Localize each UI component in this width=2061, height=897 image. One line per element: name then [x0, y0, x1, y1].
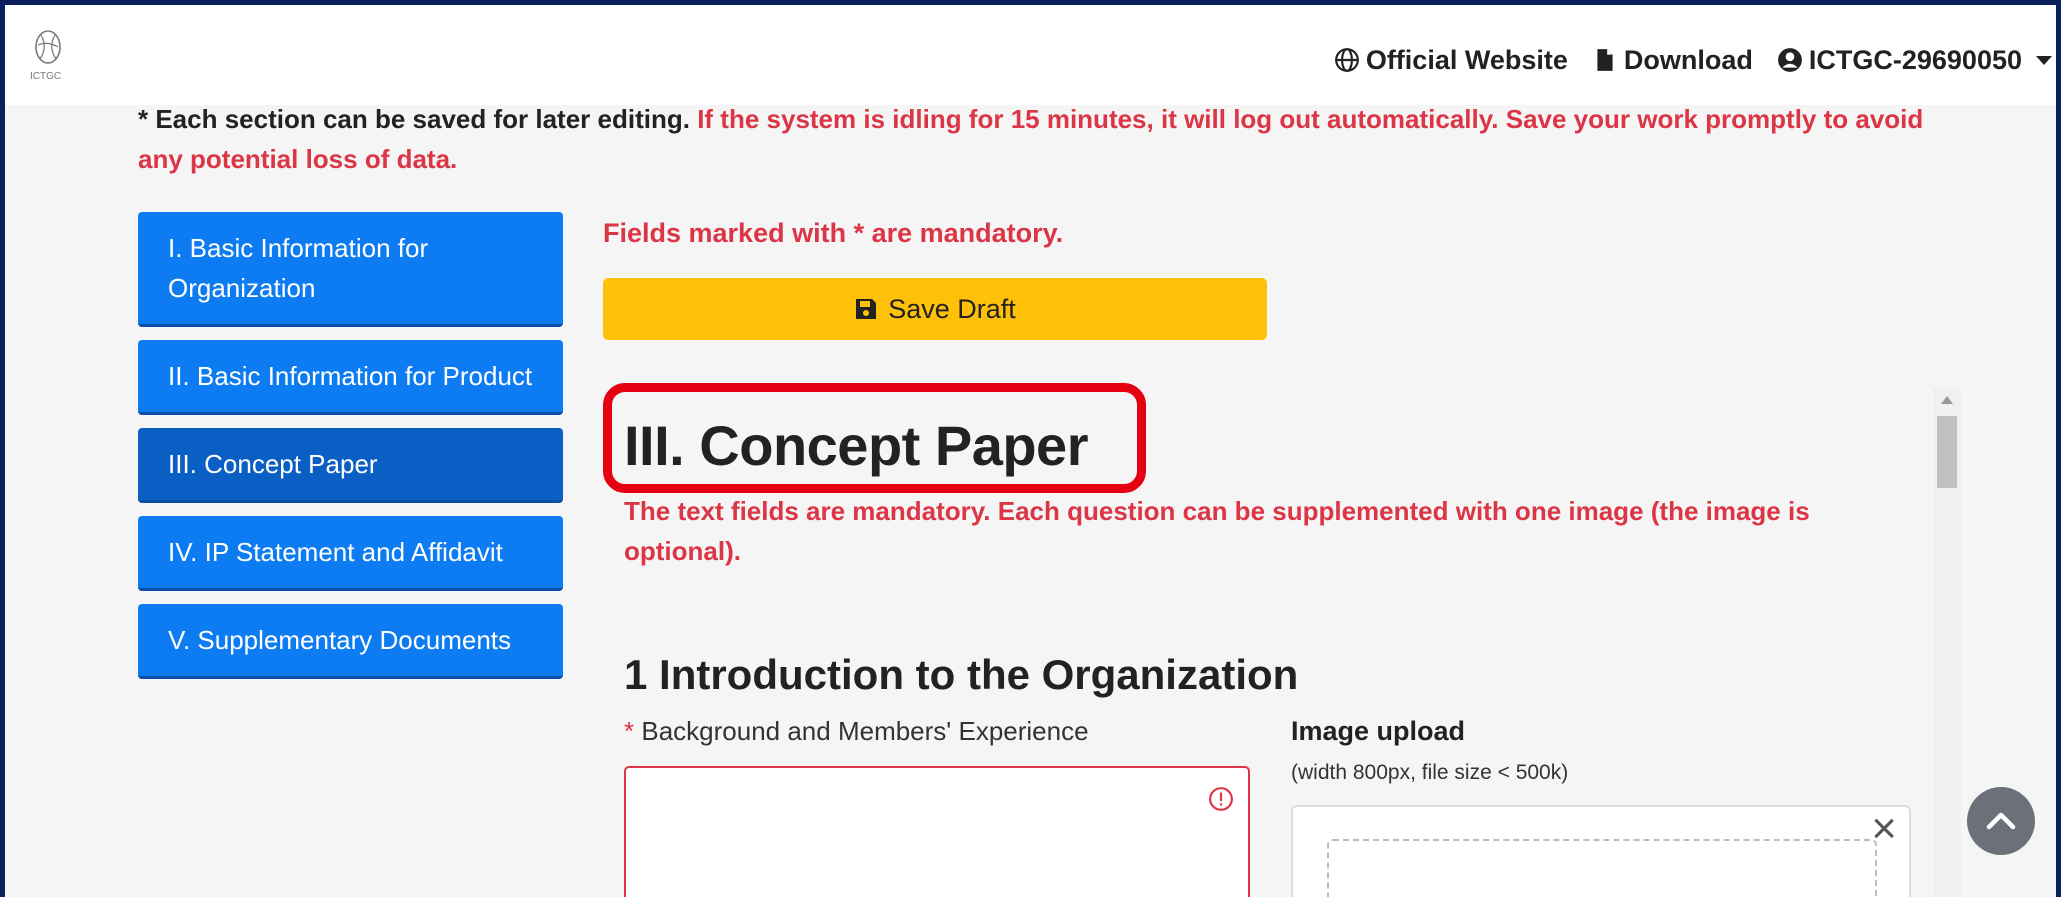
sidebar-item-ip-statement[interactable]: IV. IP Statement and Affidavit [138, 516, 563, 591]
sidebar-item-basic-org[interactable]: I. Basic Information for Organization [138, 212, 563, 327]
image-upload-hint: (width 800px, file size < 500k) [1291, 761, 1569, 784]
nav-links: Official Website Download ICTGC-29690050 [1334, 41, 2056, 79]
autosave-notice: * Each section can be saved for later ed… [138, 99, 1928, 179]
download-link[interactable]: Download [1592, 45, 1753, 76]
field-label-text: Background and Members' Experience [641, 716, 1089, 746]
caret-down-icon [2036, 55, 2052, 65]
ictgc-logo[interactable]: ICTGC [27, 27, 69, 85]
official-website-label: Official Website [1365, 44, 1568, 75]
scroll-thumb[interactable] [1937, 416, 1957, 488]
floppy-disk-icon [856, 299, 877, 319]
image-upload-box[interactable]: × [1291, 805, 1911, 897]
page-title: III. Concept Paper [624, 414, 1089, 477]
sidebar-item-concept-paper[interactable]: III. Concept Paper [138, 428, 563, 503]
required-star: * [624, 716, 635, 746]
official-website-link[interactable]: Official Website [1334, 45, 1568, 76]
concept-paper-panel: III. Concept Paper The text fields are m… [603, 383, 1963, 897]
background-textarea[interactable] [624, 766, 1250, 897]
section-title: 1 Introduction to the Organization [624, 651, 1299, 698]
logo-text: ICTGC [30, 71, 61, 82]
panel-scrollbar[interactable] [1933, 388, 1961, 897]
sidebar-item-basic-product[interactable]: II. Basic Information for Product [138, 340, 563, 415]
notice-text: * Each section can be saved for later ed… [138, 104, 690, 134]
image-dropzone[interactable] [1327, 839, 1877, 897]
sidebar-item-supplementary[interactable]: V. Supplementary Documents [138, 604, 563, 679]
chevron-up-icon [1986, 812, 2016, 830]
user-circle-icon [1777, 48, 1802, 72]
app-frame: ICTGC Official Website Download ICTGC-29… [5, 5, 2056, 897]
error-icon [1209, 787, 1233, 811]
scroll-up-arrow-icon[interactable] [1941, 396, 1953, 404]
user-menu[interactable]: ICTGC-29690050 [1777, 45, 2056, 76]
top-navbar: ICTGC Official Website Download ICTGC-29… [5, 5, 2056, 105]
mandatory-instructions: The text fields are mandatory. Each ques… [624, 496, 1810, 566]
user-label: ICTGC-29690050 [1808, 44, 2022, 75]
file-icon [1597, 49, 1613, 71]
back-to-top-button[interactable] [1967, 787, 2035, 855]
save-draft-button[interactable]: Save Draft [603, 278, 1267, 340]
close-icon[interactable]: × [1871, 807, 1897, 851]
field-label: * Background and Members' Experience [624, 716, 1089, 747]
mandatory-note: Fields marked with * are mandatory. [603, 218, 1064, 248]
save-draft-label: Save Draft [888, 293, 1016, 324]
download-label: Download [1623, 44, 1753, 75]
section-sidebar: I. Basic Information for Organization II… [138, 212, 563, 692]
image-upload-label: Image upload [1291, 716, 1466, 746]
globe-icon [1334, 48, 1359, 72]
